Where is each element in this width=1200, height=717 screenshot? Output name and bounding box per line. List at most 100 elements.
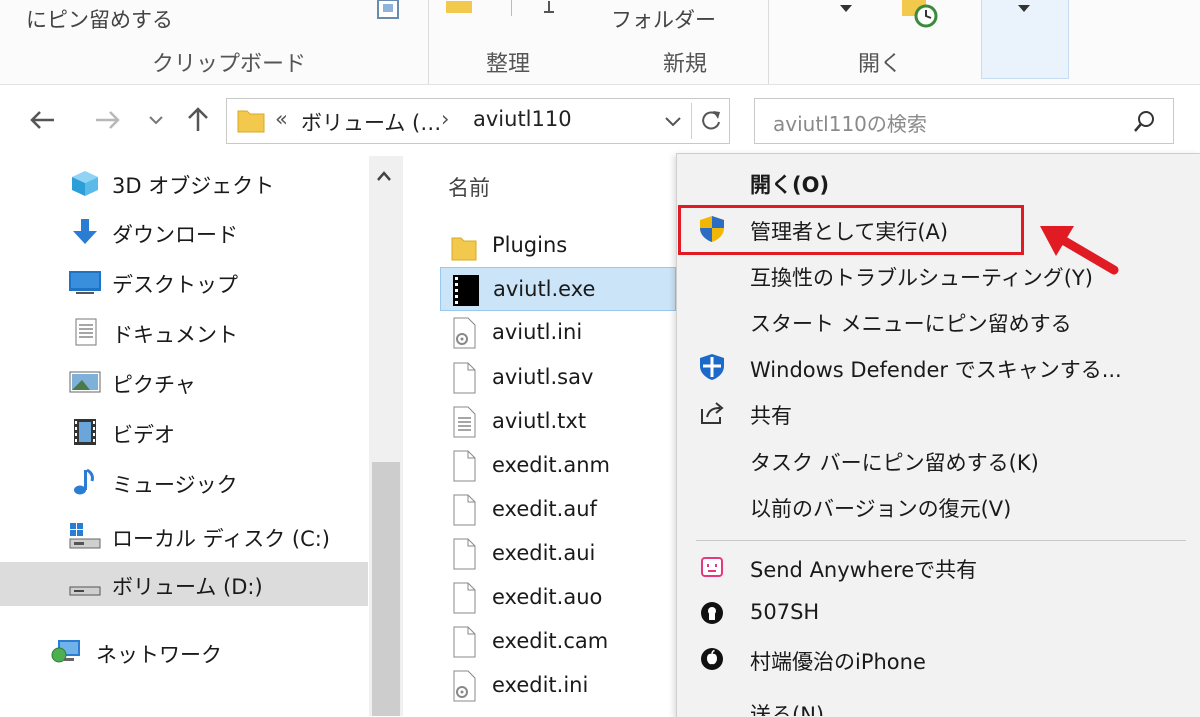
folder-icon — [237, 107, 265, 137]
nav-item-volume-d[interactable]: ボリューム (D:) — [0, 562, 368, 606]
menu-item-open[interactable]: 開く(O) — [676, 160, 1200, 204]
refresh-icon[interactable] — [699, 108, 723, 138]
file-icon — [450, 582, 478, 614]
menu-item-pin-to-taskbar[interactable]: タスク バーにピン留めする(K) — [676, 438, 1200, 482]
file-row-exedit-aui[interactable]: exedit.aui — [440, 532, 676, 576]
group-clipboard: クリップボード — [152, 52, 307, 77]
move-to-icon[interactable] — [446, 0, 474, 19]
address-bar[interactable]: « ボリューム (… › aviutl110 — [226, 98, 730, 144]
search-input[interactable]: aviutl110の検索 — [773, 108, 927, 137]
breadcrumb-overflow[interactable]: « — [275, 107, 288, 131]
up-arrow-icon — [188, 107, 208, 131]
nav-item-downloads[interactable]: ダウンロード — [0, 210, 368, 254]
up-button[interactable] — [180, 100, 216, 140]
breadcrumb-volume[interactable]: ボリューム (… — [301, 107, 441, 137]
group-new: 新規 — [663, 52, 708, 77]
dropdown-arrow-icon[interactable] — [1018, 0, 1032, 19]
menu-item-pin-to-start[interactable]: スタート メニューにピン留めする — [676, 299, 1200, 343]
nav-item-3d-objects[interactable]: 3D オブジェクト — [0, 161, 368, 205]
column-header-name[interactable]: 名前 — [448, 172, 490, 202]
breadcrumb-current[interactable]: aviutl110 — [473, 107, 572, 131]
menu-item-share[interactable]: 共有 — [676, 391, 1200, 435]
nav-item-desktop[interactable]: デスクトップ — [0, 260, 368, 304]
file-row-aviutl-txt[interactable]: aviutl.txt — [440, 400, 676, 444]
recent-locations-button[interactable] — [144, 100, 168, 140]
music-icon — [68, 468, 102, 496]
scroll-up-icon[interactable] — [376, 166, 392, 187]
file-icon — [450, 538, 478, 570]
nav-item-documents[interactable]: ドキュメント — [0, 310, 368, 354]
nav-item-local-disk-c[interactable]: ローカル ディスク (C:) — [0, 514, 368, 558]
breadcrumb-separator[interactable]: › — [441, 107, 449, 131]
local-disk-icon — [68, 522, 102, 550]
pictures-icon — [68, 368, 102, 396]
desktop-icon — [68, 268, 102, 296]
file-row-aviutl-ini[interactable]: aviutl.ini — [440, 311, 676, 355]
network-icon — [50, 638, 84, 666]
file-row-exedit-auf[interactable]: exedit.auf — [440, 488, 676, 532]
file-row-exedit-cam[interactable]: exedit.cam — [440, 620, 676, 664]
ribbon-separator — [768, 0, 769, 84]
drive-icon — [68, 570, 102, 598]
menu-item-troubleshoot-compatibility[interactable]: 互換性のトラブルシューティング(Y) — [676, 253, 1200, 297]
3d-objects-icon — [68, 169, 102, 197]
nav-item-videos[interactable]: ビデオ — [0, 410, 368, 454]
share-icon — [698, 399, 726, 427]
download-icon — [68, 218, 102, 246]
new-folder-label[interactable]: フォルダー — [611, 4, 716, 34]
exe-icon — [451, 274, 479, 307]
search-icon[interactable] — [1133, 110, 1157, 138]
copy-path-icon[interactable] — [376, 0, 402, 26]
text-file-icon — [450, 406, 478, 438]
file-icon — [450, 626, 478, 658]
nav-item-pictures[interactable]: ピクチャ — [0, 360, 368, 404]
pin-to-quick-access-label[interactable]: にピン留めする — [26, 4, 173, 34]
history-icon[interactable] — [900, 0, 940, 34]
file-row-exedit-ini[interactable]: exedit.ini — [440, 664, 676, 708]
file-row-aviutl-sav[interactable]: aviutl.sav — [440, 356, 676, 400]
menu-item-send-anywhere[interactable]: Send Anywhereで共有 — [676, 545, 1200, 589]
file-icon — [450, 494, 478, 526]
menu-item-restore-previous-versions[interactable]: 以前のバージョンの復元(V) — [676, 484, 1200, 528]
file-icon — [450, 450, 478, 482]
back-button[interactable] — [22, 100, 62, 140]
file-row-exedit-auo[interactable]: exedit.auo — [440, 576, 676, 620]
search-box[interactable]: aviutl110の検索 — [754, 98, 1174, 144]
rename-icon[interactable] — [540, 0, 558, 19]
menu-separator — [696, 540, 1186, 541]
send-anywhere-icon — [698, 553, 726, 581]
nav-scroll-thumb[interactable] — [372, 462, 400, 716]
menu-item-defender-scan[interactable]: Windows Defender でスキャンする... — [676, 345, 1200, 389]
forward-arrow-icon — [96, 111, 120, 129]
nav-item-music[interactable]: ミュージック — [0, 460, 368, 504]
nav-item-network[interactable]: ネットワーク — [0, 630, 368, 674]
defender-icon — [698, 353, 726, 381]
menu-item-iphone[interactable]: 村端優治のiPhone — [676, 637, 1200, 681]
video-icon — [68, 418, 102, 446]
red-arrow-icon — [1036, 222, 1120, 280]
documents-icon — [68, 318, 102, 346]
settings-file-icon — [450, 670, 478, 702]
menu-item-send-to[interactable]: 送る(N) — [676, 690, 1200, 716]
file-row-plugins[interactable]: Plugins — [440, 224, 676, 268]
address-divider — [691, 103, 692, 139]
chevron-down-icon[interactable] — [665, 113, 681, 132]
apple-icon — [698, 645, 726, 673]
folder-icon — [450, 230, 478, 262]
phone-icon — [698, 599, 726, 627]
back-arrow-icon — [30, 111, 54, 129]
file-row-aviutl-exe[interactable]: aviutl.exe — [440, 267, 676, 311]
group-open: 開く — [858, 52, 903, 77]
settings-file-icon — [450, 317, 478, 349]
ribbon-divider-line — [510, 0, 514, 20]
group-organize: 整理 — [486, 52, 531, 77]
menu-item-507sh[interactable]: 507SH — [676, 591, 1200, 635]
ribbon: にピン留めする フォルダー クリップボード 整理 新規 開く — [0, 0, 1200, 85]
chevron-down-icon — [149, 116, 163, 125]
file-icon — [450, 362, 478, 394]
forward-button[interactable] — [88, 100, 128, 140]
dropdown-arrow-icon[interactable] — [840, 0, 854, 19]
highlight-box — [678, 205, 1024, 255]
file-row-exedit-anm[interactable]: exedit.anm — [440, 444, 676, 488]
ribbon-separator — [428, 0, 429, 84]
